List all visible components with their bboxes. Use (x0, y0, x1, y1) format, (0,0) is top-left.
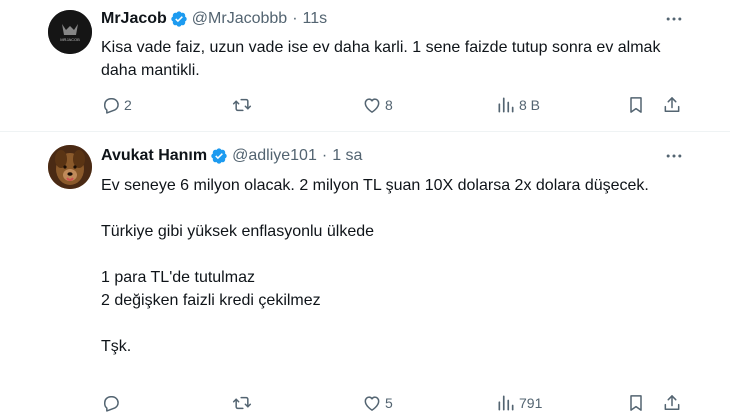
retweet-icon (232, 396, 252, 410)
share-button[interactable] (662, 391, 682, 415)
retweet-button[interactable] (232, 93, 255, 117)
more-dots-icon[interactable] (662, 8, 686, 30)
svg-text:MRJACOB: MRJACOB (60, 37, 80, 42)
like-count: 8 (385, 97, 393, 113)
tweet-text-line: Tşk. (101, 338, 132, 355)
like-button[interactable]: 5 (362, 391, 393, 415)
timestamp[interactable]: 1 sa (332, 147, 362, 165)
tweet[interactable]: MRJACOB MrJacob @MrJacobbb · 11s Kisa va… (0, 0, 730, 132)
more-dots-icon[interactable] (662, 145, 686, 167)
reply-icon (104, 396, 119, 412)
view-count: 791 (519, 395, 543, 411)
tweet-header: Avukat Hanım @adliye101 · 1 sa (101, 145, 362, 167)
separator-dot: · (321, 147, 328, 164)
separator-dot: · (292, 10, 298, 27)
verified-badge-icon[interactable] (170, 10, 188, 28)
heart-icon (364, 396, 380, 411)
heart-icon (364, 98, 380, 113)
display-name[interactable]: MrJacob (101, 10, 167, 28)
action-bar: 5 791 (0, 391, 730, 415)
tweet-header: MrJacob @MrJacobbb · 11s (101, 8, 327, 30)
like-count: 5 (385, 395, 393, 411)
bookmark-button[interactable] (626, 391, 646, 415)
bookmark-button[interactable] (626, 93, 646, 117)
share-icon (664, 395, 680, 410)
avatar[interactable] (48, 145, 92, 189)
retweet-button[interactable] (232, 391, 255, 415)
tweet[interactable]: Avukat Hanım @adliye101 · 1 sa Ev seneye… (0, 133, 730, 420)
tweet-text-line: Türkiye gibi yüksek enflasyonlu ülkede (101, 223, 375, 240)
reply-button[interactable]: 2 (101, 93, 132, 117)
share-icon (664, 97, 680, 112)
tweet-text-line: 2 değişken faizli kredi çekilmez (101, 292, 321, 309)
views-button[interactable]: 791 (496, 391, 542, 415)
reply-count: 2 (124, 97, 132, 113)
view-count: 8 B (519, 97, 541, 113)
tweet-text-line: Ev seneye 6 milyon olacak. 2 milyon TL ş… (101, 177, 649, 194)
bookmark-icon (630, 395, 642, 411)
reply-icon (104, 98, 119, 114)
action-bar: 2 8 8 B (0, 93, 730, 117)
timestamp[interactable]: 11s (303, 10, 328, 28)
views-bar-icon (498, 395, 514, 411)
tweet-text: Ev seneye 6 milyon olacak. 2 milyon TL ş… (101, 174, 661, 358)
tweet-text-line: Kisa vade faiz, uzun vade ise ev daha ka… (101, 39, 661, 79)
retweet-icon (232, 98, 252, 112)
avatar[interactable]: MRJACOB (48, 10, 92, 54)
verified-badge-icon[interactable] (210, 147, 228, 165)
views-bar-icon (498, 97, 514, 113)
handle[interactable]: @MrJacobbb (192, 10, 287, 28)
tweet-text: Kisa vade faiz, uzun vade ise ev daha ka… (101, 36, 661, 82)
like-button[interactable]: 8 (362, 93, 393, 117)
handle[interactable]: @adliye101 (232, 147, 317, 165)
display-name[interactable]: Avukat Hanım (101, 147, 207, 165)
tweet-text-line: 1 para TL'de tutulmaz (101, 269, 255, 286)
views-button[interactable]: 8 B (496, 93, 540, 117)
reply-button[interactable] (101, 391, 124, 415)
share-button[interactable] (662, 93, 682, 117)
bookmark-icon (630, 97, 642, 113)
